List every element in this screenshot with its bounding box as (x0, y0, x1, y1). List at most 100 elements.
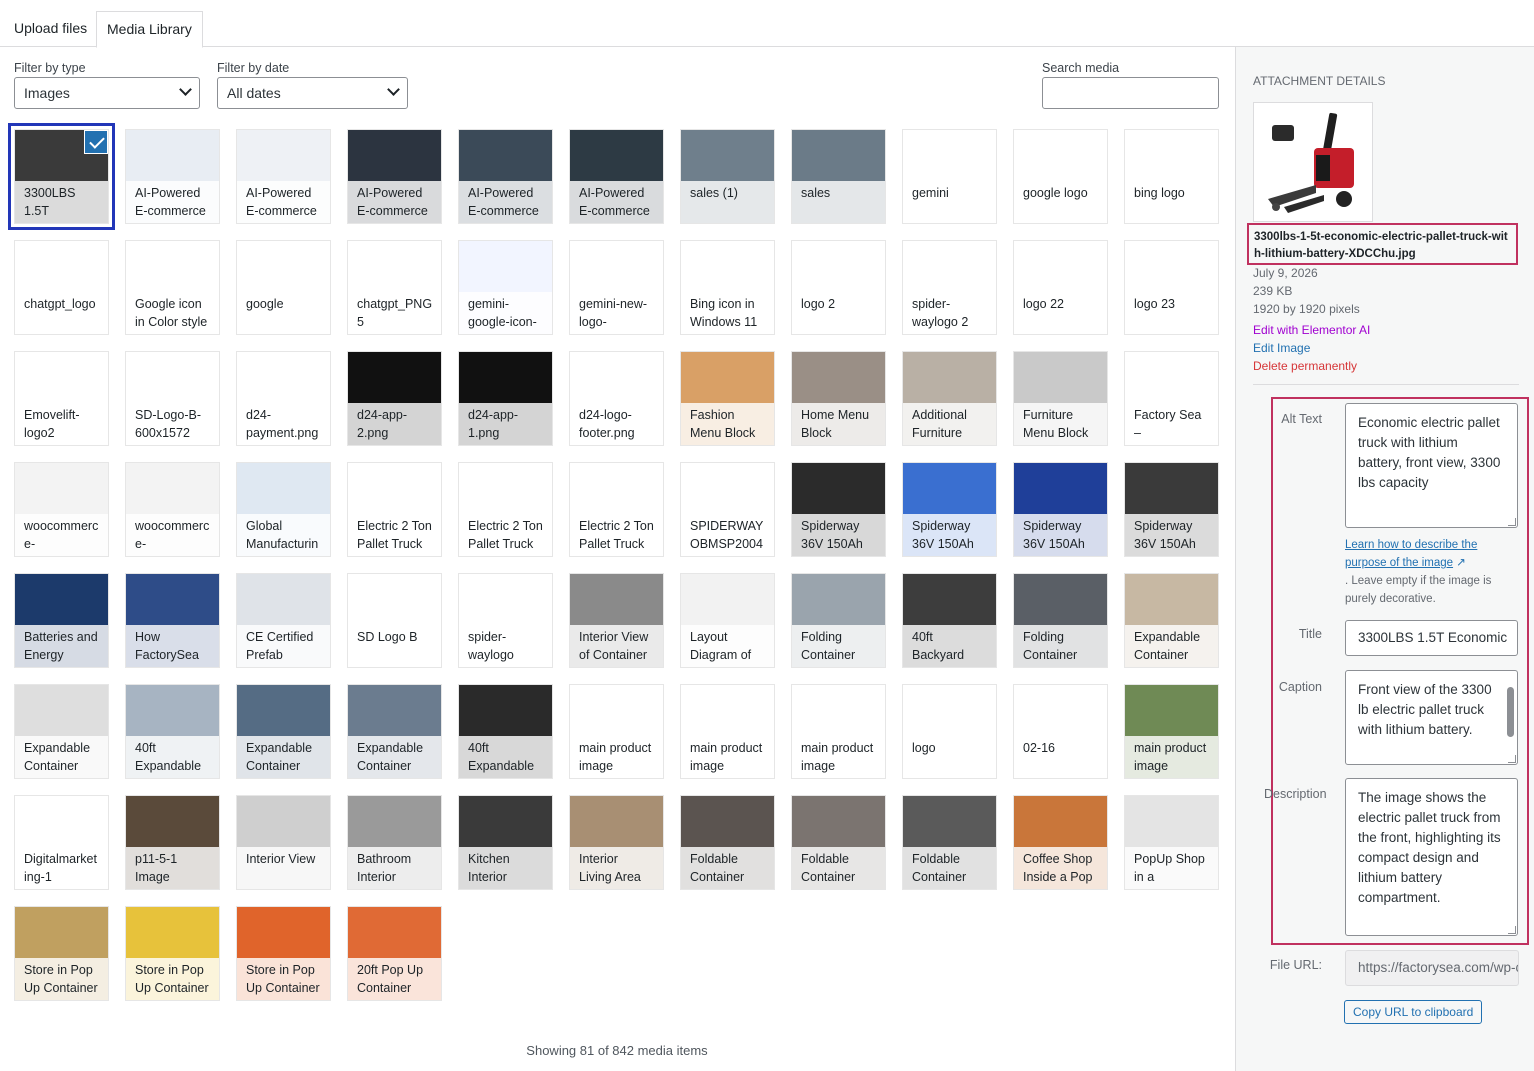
delete-permanently-link[interactable]: Delete permanently (1253, 359, 1357, 373)
media-tile[interactable]: Store in Pop Up Container (14, 906, 109, 1001)
media-tile[interactable]: main product image (791, 684, 886, 779)
media-tile[interactable]: 40ft Expandable (125, 684, 220, 779)
file-url-field[interactable]: https://factorysea.com/wp-content/upload… (1345, 950, 1519, 986)
media-tile[interactable]: woocommerc e- (125, 462, 220, 557)
caption-field[interactable]: Front view of the 3300 lb electric palle… (1345, 670, 1518, 765)
media-tile[interactable]: d24-app- 2.png (347, 351, 442, 446)
media-tile[interactable]: Spiderway 36V 150Ah (1013, 462, 1108, 557)
media-tile[interactable]: Expandable Container (347, 684, 442, 779)
media-tile[interactable]: Electric 2 Ton Pallet Truck (347, 462, 442, 557)
media-tile[interactable]: AI-Powered E-commerce (125, 129, 220, 224)
media-tile[interactable]: Store in Pop Up Container (236, 906, 331, 1001)
media-tile[interactable]: Furniture Menu Block (1013, 351, 1108, 446)
media-tile[interactable]: main product image (1124, 684, 1219, 779)
resize-handle-icon[interactable] (1508, 518, 1516, 526)
media-tile[interactable]: SD-Logo-B- 600x1572 (125, 351, 220, 446)
media-tile[interactable]: woocommerc e- (14, 462, 109, 557)
media-tile[interactable]: Spiderway 36V 150Ah (902, 462, 997, 557)
media-tile[interactable]: Home Menu Block (791, 351, 886, 446)
filter-date-select[interactable]: All dates (217, 77, 408, 109)
media-tile[interactable]: Folding Container (1013, 573, 1108, 668)
edit-with-elementor-ai-link[interactable]: Edit with Elementor AI (1253, 323, 1370, 337)
filter-type-select[interactable]: Images (14, 77, 200, 109)
media-tile[interactable]: Electric 2 Ton Pallet Truck (458, 462, 553, 557)
media-tile[interactable]: Interior View of Container (569, 573, 664, 668)
media-tile[interactable]: 20ft Pop Up Container (347, 906, 442, 1001)
media-tile[interactable]: AI-Powered E-commerce (569, 129, 664, 224)
media-tile[interactable]: Layout Diagram of (680, 573, 775, 668)
media-tile[interactable]: Spiderway 36V 150Ah (1124, 462, 1219, 557)
media-tile[interactable]: logo 22 (1013, 240, 1108, 335)
media-tile[interactable]: Global Manufacturin (236, 462, 331, 557)
title-field[interactable]: 3300LBS 1.5T Economic (1345, 620, 1518, 656)
media-tile[interactable]: Batteries and Energy (14, 573, 109, 668)
media-tile[interactable]: chatgpt_PNG 5 (347, 240, 442, 335)
media-tile[interactable]: Bathroom Interior (347, 795, 442, 890)
media-tile[interactable]: Interior Living Area (569, 795, 664, 890)
scrollbar[interactable] (1507, 687, 1514, 737)
media-tile[interactable]: spider-waylogo (458, 573, 553, 668)
media-tile[interactable]: bing logo (1124, 129, 1219, 224)
media-tile[interactable]: sales (791, 129, 886, 224)
media-tile[interactable]: chatgpt_logo (14, 240, 109, 335)
media-tile[interactable]: sales (1) (680, 129, 775, 224)
copy-url-button[interactable]: Copy URL to clipboard (1344, 1000, 1483, 1024)
media-tile[interactable]: Expandable Container (14, 684, 109, 779)
media-tile[interactable]: d24-app- 1.png (458, 351, 553, 446)
media-tile[interactable]: Folding Container (791, 573, 886, 668)
media-tile[interactable]: Digitalmarket ing-1 (14, 795, 109, 890)
edit-image-link[interactable]: Edit Image (1253, 341, 1310, 355)
media-tile[interactable]: CE Certified Prefab House (236, 573, 331, 668)
media-tile[interactable]: google (236, 240, 331, 335)
media-tile[interactable]: Factory Sea – Global B2B (1124, 351, 1219, 446)
resize-handle-icon[interactable] (1508, 755, 1516, 763)
media-tile[interactable]: logo (902, 684, 997, 779)
media-tile[interactable]: 02-16 (1013, 684, 1108, 779)
media-tile[interactable]: logo 2 (791, 240, 886, 335)
checkmark-icon[interactable] (84, 130, 108, 154)
media-tile[interactable]: Electric 2 Ton Pallet Truck (569, 462, 664, 557)
media-tile[interactable]: Coffee Shop Inside a Pop (1013, 795, 1108, 890)
media-tile[interactable]: Emovelift-logo2 (14, 351, 109, 446)
search-input[interactable] (1042, 77, 1219, 109)
media-tile[interactable]: d24-logo-footer.png (569, 351, 664, 446)
media-tile[interactable]: AI-Powered E-commerce (236, 129, 331, 224)
resize-handle-icon[interactable] (1508, 926, 1516, 934)
media-tile[interactable]: Foldable Container (791, 795, 886, 890)
media-tile[interactable]: Store in Pop Up Container (125, 906, 220, 1001)
media-tile[interactable]: Expandable Container (236, 684, 331, 779)
media-tile[interactable]: gemini-google-icon- (458, 240, 553, 335)
media-tile[interactable]: gemini (902, 129, 997, 224)
media-tile[interactable]: How FactorySea (125, 573, 220, 668)
media-tile[interactable]: SPIDERWAY OBMSP2004 (680, 462, 775, 557)
media-tile[interactable]: Bing icon in Windows 11 (680, 240, 775, 335)
media-tile[interactable]: Interior View (236, 795, 331, 890)
media-tile[interactable]: 40ft Expandable (458, 684, 553, 779)
media-tile[interactable]: main product image (569, 684, 664, 779)
media-tile[interactable]: p11-5-1 Image (125, 795, 220, 890)
media-tile[interactable]: logo 23 (1124, 240, 1219, 335)
media-tile[interactable]: 40ft Backyard ADU with (902, 573, 997, 668)
media-tile[interactable]: Google icon in Color style (125, 240, 220, 335)
media-tile[interactable]: Additional Furniture (902, 351, 997, 446)
media-tile[interactable]: Fashion Menu Block (680, 351, 775, 446)
media-tile[interactable]: SD Logo B (347, 573, 442, 668)
description-field[interactable]: The image shows the electric pallet truc… (1345, 778, 1518, 936)
media-tile[interactable]: google logo (1013, 129, 1108, 224)
media-tile[interactable]: Expandable Container (1124, 573, 1219, 668)
media-tile[interactable]: spider-waylogo 2 (902, 240, 997, 335)
media-tile[interactable]: 3300LBS 1.5T Economic (14, 129, 109, 224)
media-tile[interactable]: gemini-new-logo- (569, 240, 664, 335)
media-tile[interactable]: AI-Powered E-commerce (458, 129, 553, 224)
alt-text-field[interactable]: Economic electric pallet truck with lith… (1345, 403, 1518, 528)
media-tile[interactable]: Kitchen Interior (458, 795, 553, 890)
tab-media-library[interactable]: Media Library (96, 11, 203, 48)
media-tile[interactable]: Foldable Container (680, 795, 775, 890)
tab-upload-files[interactable]: Upload files (4, 11, 97, 47)
media-tile[interactable]: Spiderway 36V 150Ah (791, 462, 886, 557)
media-tile[interactable]: PopUp Shop in a (1124, 795, 1219, 890)
media-tile[interactable]: main product image (680, 684, 775, 779)
media-tile[interactable]: Foldable Container (902, 795, 997, 890)
media-tile[interactable]: AI-Powered E-commerce (347, 129, 442, 224)
media-tile[interactable]: d24- payment.png (236, 351, 331, 446)
